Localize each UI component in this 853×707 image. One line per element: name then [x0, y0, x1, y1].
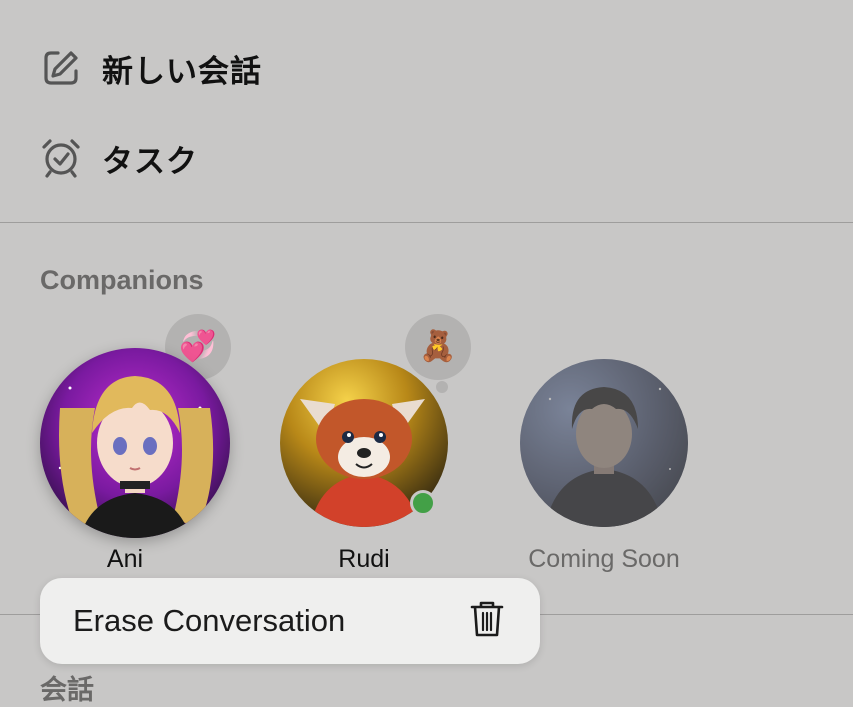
new-chat-label: 新しい会話 [102, 53, 262, 90]
status-emoji: 💞 [179, 330, 217, 363]
status-bubble: 🧸 [405, 314, 471, 380]
bubble-tail [436, 381, 448, 393]
trash-icon[interactable] [470, 600, 504, 643]
companion-name: Rudi [338, 545, 390, 573]
context-menu: Erase Conversation [40, 578, 540, 664]
companions-section-title: Companions [40, 265, 204, 295]
companion-name: Ani [106, 545, 144, 573]
avatar[interactable] [40, 348, 230, 538]
tasks-label: タスク [102, 143, 198, 180]
divider [0, 222, 853, 223]
new-chat-menu-item[interactable]: 新しい会話 [40, 38, 262, 98]
tasks-menu-item[interactable]: タスク [40, 128, 198, 188]
companion-name: Coming Soon [528, 545, 680, 573]
edit-icon [40, 47, 82, 89]
conversations-section-title: 会話 [40, 675, 94, 706]
online-status-dot [410, 490, 436, 516]
alarm-clock-icon [40, 137, 82, 179]
status-emoji: 🧸 [419, 330, 457, 363]
erase-conversation-label[interactable]: Erase Conversation [73, 603, 345, 639]
avatar [520, 359, 688, 527]
